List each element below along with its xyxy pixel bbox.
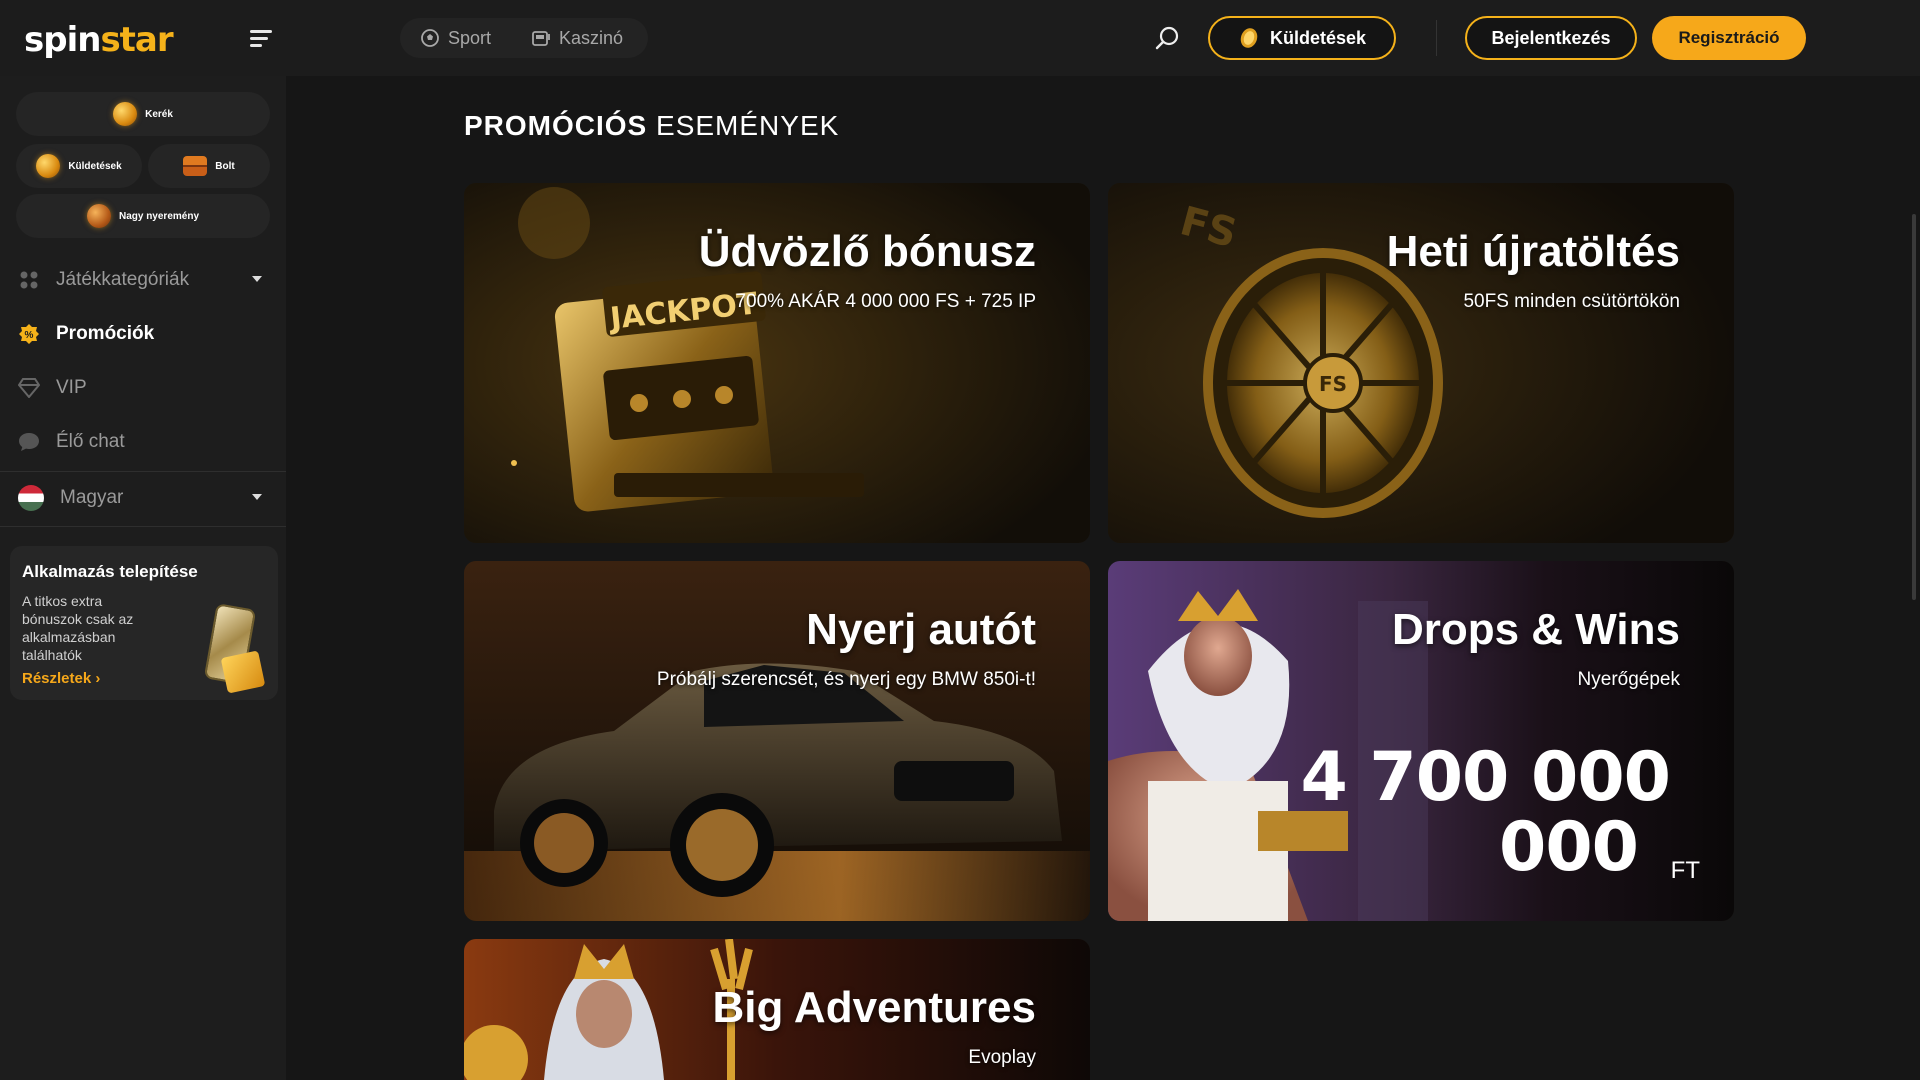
login-label: Bejelentkezés bbox=[1491, 27, 1611, 48]
top-bar: spinstar Sport Kaszinó Küldetések Bejele… bbox=[0, 0, 1920, 76]
sidebar-item-label: Élő chat bbox=[56, 431, 125, 452]
chip-wheel-label: Kerék bbox=[145, 108, 173, 120]
sidebar-divider bbox=[0, 526, 286, 527]
promo-card-drops-wins[interactable]: Drops & Wins Nyerőgépek 4 700 000 000 FT bbox=[1108, 561, 1734, 921]
login-button[interactable]: Bejelentkezés bbox=[1465, 16, 1637, 60]
chevron-down-icon bbox=[252, 494, 262, 500]
chest-icon bbox=[183, 156, 208, 176]
chip-jackpot[interactable]: Nagy nyeremény bbox=[16, 194, 270, 238]
chat-bubble-icon bbox=[18, 431, 40, 453]
language-label: Magyar bbox=[60, 487, 124, 508]
spinstar-logo[interactable]: spinstar bbox=[24, 18, 174, 62]
chip-wheel[interactable]: Kerék bbox=[16, 92, 270, 136]
coin-icon bbox=[1240, 28, 1258, 48]
chip-missions-label: Küldetések bbox=[68, 160, 122, 172]
sidebar-item-vip[interactable]: VIP bbox=[0, 361, 286, 415]
register-button[interactable]: Regisztráció bbox=[1652, 16, 1806, 60]
sidebar-item-label: Promóciók bbox=[56, 323, 155, 344]
diamond-icon bbox=[18, 377, 40, 399]
promo-badge-icon: % bbox=[18, 323, 40, 345]
wheel-icon bbox=[113, 102, 138, 126]
promo-card-welcome-bonus[interactable]: JACKPOT Üdvözlő bónusz 700% AKÁR 4 000 0… bbox=[464, 183, 1090, 543]
sidebar-item-live-chat[interactable]: Élő chat bbox=[0, 415, 286, 469]
chip-missions[interactable]: Küldetések bbox=[16, 144, 142, 188]
promo-card-win-a-car[interactable]: Nyerj autót Próbálj szerencsét, és nyerj… bbox=[464, 561, 1090, 921]
promo-title: Drops & Wins bbox=[1391, 605, 1680, 654]
chip-shop[interactable]: Bolt bbox=[148, 144, 270, 188]
sidebar-item-label: VIP bbox=[56, 377, 87, 398]
search-icon[interactable] bbox=[1154, 24, 1182, 52]
language-selector[interactable]: Magyar bbox=[0, 471, 286, 525]
install-app-description: A titkos extra bónuszok csak az alkalmaz… bbox=[22, 593, 134, 663]
promo-card-weekly-reload[interactable]: FS FS Heti újratöltés 50FS minden csütör… bbox=[1108, 183, 1734, 543]
chip-shop-label: Bolt bbox=[215, 160, 235, 172]
promo-subtitle: Evoplay bbox=[968, 1047, 1036, 1068]
logo-text-spin: spin bbox=[24, 20, 101, 60]
gift-box-icon bbox=[220, 650, 266, 694]
grid-icon bbox=[18, 269, 40, 291]
install-app-title: Alkalmazás telepítése bbox=[22, 562, 198, 581]
menu-toggle-icon[interactable] bbox=[250, 30, 274, 48]
jackpot-amount-line1: 4 700 000 bbox=[1300, 738, 1671, 817]
sidebar-item-promotions[interactable]: % Promóciók bbox=[0, 307, 286, 361]
fs-art-text: FS bbox=[1319, 372, 1347, 396]
sidebar: Kerék Küldetések Bolt Nagy nyeremény Ját… bbox=[0, 76, 286, 1080]
sidebar-item-game-categories[interactable]: Játékkategóriák bbox=[0, 253, 286, 307]
slot-machine-icon bbox=[532, 31, 550, 46]
chevron-down-icon bbox=[252, 276, 262, 282]
nav-casino[interactable]: Kaszinó bbox=[531, 28, 623, 49]
promo-card-big-adventures[interactable]: Big Adventures Evoplay bbox=[464, 939, 1090, 1080]
nav-sport[interactable]: Sport bbox=[420, 28, 491, 49]
sidebar-item-label: Játékkategóriák bbox=[56, 269, 190, 290]
promo-title: Nyerj autót bbox=[806, 605, 1036, 654]
promo-title: Heti újratöltés bbox=[1386, 227, 1680, 276]
hungary-flag-icon bbox=[18, 485, 44, 511]
missions-button[interactable]: Küldetések bbox=[1208, 16, 1396, 60]
jackpot-amount-line2: 000 bbox=[1499, 808, 1639, 887]
promo-title: Big Adventures bbox=[712, 983, 1036, 1032]
page-title: PROMÓCIÓS ESEMÉNYEK bbox=[464, 110, 839, 142]
jackpot-icon bbox=[86, 204, 111, 228]
page-title-rest: ESEMÉNYEK bbox=[656, 110, 840, 141]
top-nav: Sport Kaszinó bbox=[400, 18, 648, 58]
install-app-card[interactable]: Alkalmazás telepítése A titkos extra bón… bbox=[10, 546, 278, 700]
page-scrollbar[interactable] bbox=[1912, 214, 1916, 600]
promo-subtitle: 700% AKÁR 4 000 000 FS + 725 IP bbox=[735, 291, 1036, 312]
svg-text:%: % bbox=[25, 330, 34, 341]
header-divider bbox=[1436, 20, 1437, 56]
promo-title: Üdvözlő bónusz bbox=[698, 227, 1036, 276]
coin-icon bbox=[36, 154, 61, 178]
promo-subtitle: Próbálj szerencsét, és nyerj egy BMW 850… bbox=[656, 669, 1036, 690]
register-label: Regisztráció bbox=[1678, 28, 1780, 47]
promo-subtitle: Nyerőgépek bbox=[1577, 669, 1680, 690]
nav-casino-label: Kaszinó bbox=[559, 27, 624, 48]
page-title-bold: PROMÓCIÓS bbox=[464, 110, 648, 141]
jackpot-amount: 4 700 000 000 bbox=[1250, 738, 1671, 887]
missions-label: Küldetések bbox=[1269, 27, 1367, 48]
jackpot-currency: FT bbox=[1670, 857, 1700, 884]
logo-text-star: star bbox=[100, 20, 173, 60]
soccer-ball-icon bbox=[421, 29, 439, 47]
promo-subtitle: 50FS minden csütörtökön bbox=[1463, 291, 1680, 312]
nav-sport-label: Sport bbox=[448, 27, 492, 48]
chip-jackpot-label: Nagy nyeremény bbox=[118, 210, 200, 222]
